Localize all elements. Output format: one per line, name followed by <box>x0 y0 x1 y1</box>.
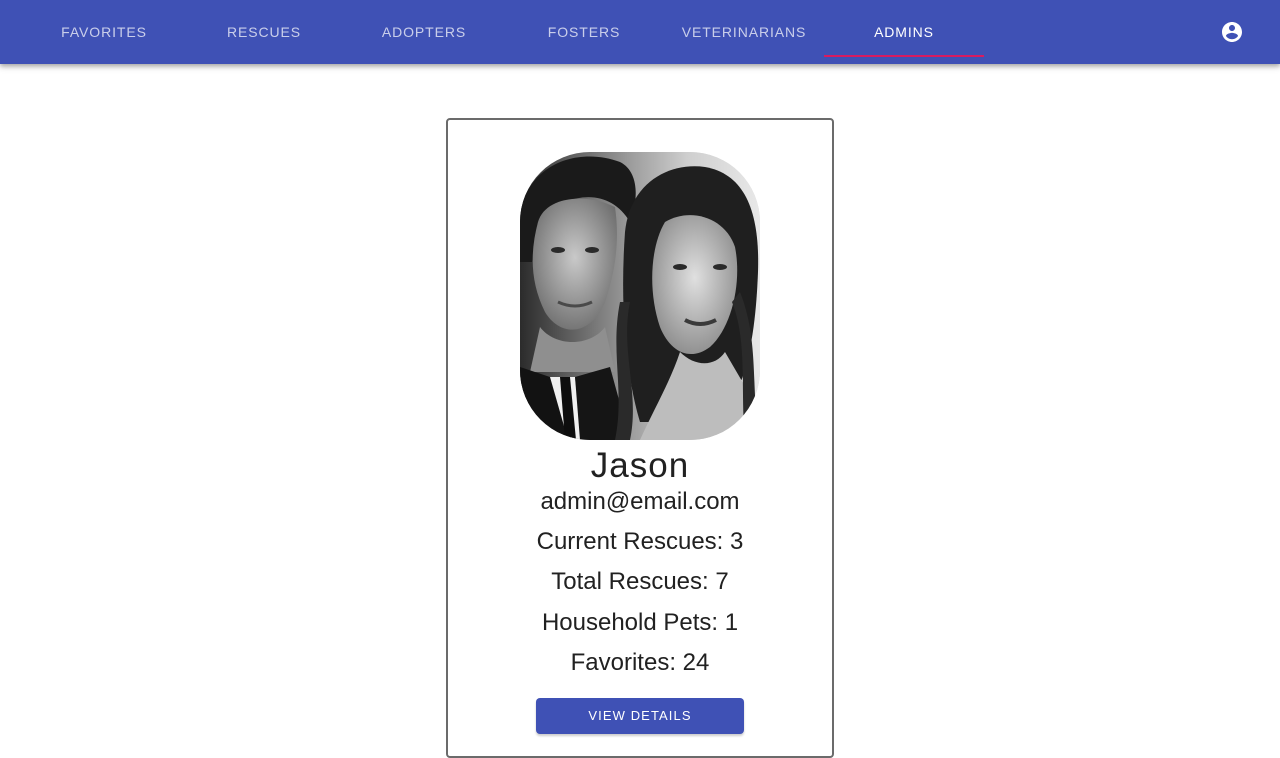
tab-favorites[interactable]: FAVORITES <box>24 0 184 64</box>
view-details-button[interactable]: VIEW DETAILS <box>536 698 744 734</box>
favorites-stat: Favorites: 24 <box>570 649 710 676</box>
active-tab-indicator <box>824 55 984 57</box>
app-bar: FAVORITES RESCUES ADOPTERS FOSTERS VETER… <box>0 0 1280 64</box>
tab-label: ADMINS <box>874 24 934 40</box>
total-rescues-stat: Total Rescues: 7 <box>551 568 729 595</box>
admin-card: Jason admin@email.com Current Rescues: 3… <box>446 118 834 758</box>
account-button[interactable] <box>1220 20 1244 44</box>
tab-rescues[interactable]: RESCUES <box>184 0 344 64</box>
tab-label: FOSTERS <box>547 24 621 40</box>
portrait-image <box>520 152 760 440</box>
tab-label: FAVORITES <box>61 24 147 40</box>
tab-label: VETERINARIANS <box>681 24 807 40</box>
tab-admins[interactable]: ADMINS <box>824 0 984 64</box>
tab-adopters[interactable]: ADOPTERS <box>344 0 504 64</box>
household-pets-stat: Household Pets: 1 <box>541 609 739 636</box>
tab-label: ADOPTERS <box>381 24 467 40</box>
nav-tabs: FAVORITES RESCUES ADOPTERS FOSTERS VETER… <box>24 0 984 64</box>
profile-photo <box>520 152 760 440</box>
account-circle-icon <box>1222 22 1242 42</box>
tab-veterinarians[interactable]: VETERINARIANS <box>664 0 824 64</box>
admin-email: admin@email.com <box>540 488 740 515</box>
tab-fosters[interactable]: FOSTERS <box>504 0 664 64</box>
admin-name: Jason <box>590 446 690 485</box>
tab-label: RESCUES <box>227 24 301 40</box>
current-rescues-stat: Current Rescues: 3 <box>536 528 744 555</box>
